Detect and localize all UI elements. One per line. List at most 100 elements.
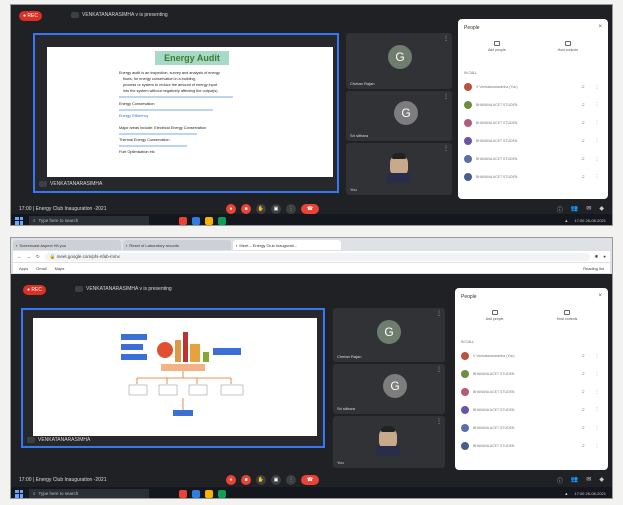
bookmark-apps[interactable]: Apps	[19, 266, 28, 271]
microphone-icon[interactable]: ♫	[578, 353, 588, 359]
end-call-icon[interactable]: ☎	[301, 204, 319, 214]
microphone-icon[interactable]: ♫	[578, 425, 588, 431]
present-icon[interactable]: ▣	[271, 204, 281, 214]
browser-tab[interactable]: ▪ Screencast Aspect Hit you	[13, 240, 121, 250]
list-item[interactable]: BHAVANA ACET STUDEN ♫ ⋮	[464, 99, 602, 111]
activities-icon[interactable]: ◆	[599, 205, 604, 214]
more-options-icon[interactable]: ⋮	[592, 389, 602, 395]
taskbar-search[interactable]: ⌕ Type here to search	[29, 216, 149, 225]
app-icon[interactable]	[179, 216, 187, 225]
extensions-icon[interactable]: ✱	[595, 254, 599, 260]
browser-tab-active[interactable]: ▪ Meet – Energy Club Inaugurati...	[233, 240, 341, 250]
microphone-icon[interactable]: ♫	[578, 84, 588, 90]
end-call-icon[interactable]: ☎	[301, 475, 319, 485]
camera-icon[interactable]: ■	[241, 475, 251, 485]
participant-tile-1[interactable]: G ⋮ Chetan Rajan	[333, 308, 445, 362]
bookmark-gmail[interactable]: Gmail	[36, 266, 46, 271]
reading-list[interactable]: Reading list	[583, 266, 604, 271]
list-item[interactable]: V Venkatanarasimha (You) ♫ ⋮	[461, 350, 602, 362]
info-icon[interactable]: ⓘ	[557, 205, 563, 214]
add-people-button[interactable]: Add people	[486, 310, 503, 321]
more-options-icon[interactable]: ⋮	[286, 475, 296, 485]
participant-tile-2[interactable]: G ⋮ Sri sithara	[333, 364, 445, 414]
host-controls-button[interactable]: Host controls	[557, 310, 577, 321]
presentation-stage[interactable]: Energy Audit Energy audit is an inspecti…	[33, 33, 339, 193]
app-icon[interactable]	[179, 489, 187, 498]
more-options-icon[interactable]: ⋮	[592, 353, 602, 359]
microphone-icon[interactable]: ♫	[578, 120, 588, 126]
more-options-icon[interactable]: ⋮	[592, 138, 602, 144]
taskbar-search[interactable]: ⌕ Type here to search	[29, 489, 149, 498]
raise-hand-icon[interactable]: ✋	[256, 204, 266, 214]
more-options-icon[interactable]: ⋮	[592, 425, 602, 431]
raise-hand-icon[interactable]: ✋	[256, 475, 266, 485]
chat-icon[interactable]: ✉	[586, 476, 591, 485]
close-icon[interactable]: ×	[598, 293, 602, 299]
microphone-icon[interactable]: ♫	[578, 443, 588, 449]
wifi-icon[interactable]: ▲	[564, 218, 568, 223]
more-options-icon[interactable]: ⋮	[443, 145, 449, 152]
profile-icon[interactable]: ●	[603, 254, 606, 259]
more-options-icon[interactable]: ⋮	[592, 371, 602, 377]
list-item[interactable]: V Venkatanarasimha (You) ♫ ⋮	[464, 81, 602, 93]
more-options-icon[interactable]: ⋮	[592, 174, 602, 180]
list-item[interactable]: BHAVANA ACET STUDEN ♫ ⋮	[461, 422, 602, 434]
app-icon[interactable]	[205, 489, 213, 498]
more-options-icon[interactable]: ⋮	[592, 102, 602, 108]
url-input[interactable]: 🔒 meet.google.com/pfs-nfab-mmx	[44, 252, 590, 261]
more-options-icon[interactable]: ⋮	[443, 93, 449, 100]
more-options-icon[interactable]: ⋮	[443, 35, 449, 42]
info-icon[interactable]: ⓘ	[557, 476, 563, 485]
participant-tile-1[interactable]: G ⋮ Chetan Rajan	[346, 33, 452, 89]
microphone-icon[interactable]: ♫	[578, 371, 588, 377]
microphone-icon[interactable]: ♫	[578, 102, 588, 108]
clock[interactable]: 17:00 26-08-2021	[574, 218, 606, 223]
present-icon[interactable]: ▣	[271, 475, 281, 485]
participant-tile-2[interactable]: G ⋮ Sri sithara	[346, 91, 452, 141]
microphone-icon[interactable]: ●	[226, 475, 236, 485]
app-icon[interactable]	[205, 216, 213, 225]
people-icon[interactable]: 👥	[571, 476, 578, 485]
list-item[interactable]: BHAVANA ACET STUDEN ♫ ⋮	[461, 368, 602, 380]
more-options-icon[interactable]: ⋮	[592, 407, 602, 413]
list-item[interactable]: BHAVANA ACET STUDEN ♫ ⋮	[464, 153, 602, 165]
add-people-button[interactable]: Add people	[488, 41, 506, 52]
more-options-icon[interactable]: ⋮	[592, 84, 602, 90]
more-options-icon[interactable]: ⋮	[592, 120, 602, 126]
windows-start-icon[interactable]	[15, 216, 23, 225]
more-options-icon[interactable]: ⋮	[436, 310, 442, 317]
activities-icon[interactable]: ◆	[599, 476, 604, 485]
list-item[interactable]: BHAVANA ACET STUDEN ♫ ⋮	[461, 440, 602, 452]
more-options-icon[interactable]: ⋮	[436, 366, 442, 373]
microphone-icon[interactable]: ♫	[578, 174, 588, 180]
list-item[interactable]: BHAVANA ACET STUDEN ♫ ⋮	[464, 117, 602, 129]
microphone-icon[interactable]: ♫	[578, 156, 588, 162]
participant-tile-self[interactable]: ⋮ You	[333, 416, 445, 468]
app-icon[interactable]	[192, 489, 200, 498]
windows-start-icon[interactable]	[15, 489, 23, 498]
list-item[interactable]: BHAVANA ACET STUDEN ♫ ⋮	[461, 404, 602, 416]
people-icon[interactable]: 👥	[571, 205, 578, 214]
microphone-icon[interactable]: ♫	[578, 138, 588, 144]
more-options-icon[interactable]: ⋮	[592, 443, 602, 449]
microphone-icon[interactable]: ●	[226, 204, 236, 214]
close-icon[interactable]: ×	[598, 24, 602, 30]
camera-icon[interactable]: ■	[241, 204, 251, 214]
forward-icon[interactable]: →	[27, 254, 32, 259]
bookmark-maps[interactable]: Maps	[55, 266, 65, 271]
participant-tile-self[interactable]: ⋮ You	[346, 143, 452, 195]
chat-icon[interactable]: ✉	[586, 205, 591, 214]
list-item[interactable]: BHAVANA ACET STUDEN ♫ ⋮	[464, 171, 602, 183]
presentation-stage[interactable]: VENKATANARASIMHA	[21, 308, 325, 448]
microphone-icon[interactable]: ♫	[578, 407, 588, 413]
more-options-icon[interactable]: ⋮	[286, 204, 296, 214]
more-options-icon[interactable]: ⋮	[436, 418, 442, 425]
app-icon[interactable]	[218, 489, 226, 498]
wifi-icon[interactable]: ▲	[564, 491, 568, 496]
more-options-icon[interactable]: ⋮	[592, 156, 602, 162]
host-controls-button[interactable]: Host controls	[558, 41, 578, 52]
reload-icon[interactable]: ↻	[36, 254, 40, 260]
microphone-icon[interactable]: ♫	[578, 389, 588, 395]
app-icon[interactable]	[218, 216, 226, 225]
back-icon[interactable]: ←	[17, 254, 22, 259]
